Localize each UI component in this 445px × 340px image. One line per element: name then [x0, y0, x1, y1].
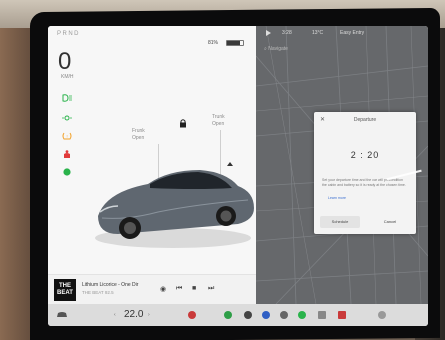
trunk-control[interactable]: Trunk Open: [212, 114, 225, 128]
stability-control-icon: [63, 168, 71, 176]
headlights-icon: [62, 94, 72, 102]
track-title: Lithium Licorice - One Dir: [82, 282, 139, 288]
tire-pressure-warning-icon: !: [62, 132, 72, 140]
bottom-control-bar: ‹ 22.0 ›: [48, 304, 428, 326]
search-placeholder: Navigate: [268, 46, 288, 52]
svg-text:!: !: [66, 134, 67, 139]
seat-heater-icon[interactable]: [188, 311, 196, 319]
gear-selector: PRND: [57, 31, 81, 37]
car-status-panel: PRND 0 KM/H 81% ! Frunk Open Trunk Open: [48, 26, 256, 304]
car-3d-model: [95, 170, 254, 248]
departure-dialog: Departure ✕ 2 : 20 Set your departure ti…: [314, 112, 416, 234]
media-player[interactable]: THE BEAT Lithium Licorice - One Dir THE B…: [48, 274, 256, 304]
navigation-map[interactable]: 3:28 13°C Easy Entry ⌕ Navigate Departur…: [256, 26, 428, 304]
navigate-search[interactable]: ⌕ Navigate: [264, 46, 288, 52]
previous-icon[interactable]: ⏮: [176, 285, 182, 293]
schedule-button[interactable]: Schedule: [320, 216, 360, 228]
learn-more-link[interactable]: Learn more: [328, 196, 346, 200]
parking-lights-icon: [62, 115, 72, 121]
search-icon: ⌕: [264, 46, 267, 52]
battery-icon: [226, 40, 244, 46]
touchscreen: PRND 0 KM/H 81% ! Frunk Open Trunk Open …: [48, 26, 428, 326]
temperature-down-icon[interactable]: ‹: [114, 312, 116, 318]
volume-icon[interactable]: [378, 311, 386, 319]
dialog-title: Departure: [353, 117, 377, 123]
stop-icon[interactable]: ■: [192, 285, 196, 292]
speed-unit: KM/H: [61, 74, 74, 80]
cabin-temperature[interactable]: 22.0: [124, 309, 143, 320]
phone-icon[interactable]: [224, 311, 232, 319]
frunk-label: Frunk: [132, 128, 145, 134]
speedometer: 0: [58, 48, 72, 75]
energy-icon[interactable]: [318, 311, 326, 319]
status-bar: 3:28 13°C Easy Entry: [256, 26, 428, 40]
temperature-up-icon[interactable]: ›: [148, 312, 150, 318]
dialog-description: Set your departure time and the car will…: [322, 178, 406, 187]
source-icon[interactable]: ◉: [160, 285, 166, 293]
seatbelt-warning-icon: [64, 150, 70, 158]
battery-percent: 81%: [208, 40, 219, 46]
calendar-icon[interactable]: [338, 311, 346, 319]
car-icon[interactable]: [56, 310, 68, 320]
trunk-open-button[interactable]: Open: [212, 121, 225, 128]
driver-profile[interactable]: Easy Entry: [340, 30, 364, 36]
album-art: THE BEAT: [54, 279, 76, 301]
close-icon[interactable]: ✕: [320, 116, 325, 123]
lock-icon[interactable]: [178, 118, 188, 128]
outside-temperature: 13°C: [312, 30, 324, 36]
departure-time-picker[interactable]: 2 : 20: [314, 150, 416, 160]
navigation-arrow-icon: [266, 30, 271, 36]
bluetooth-icon[interactable]: [262, 311, 270, 319]
camera-icon[interactable]: [244, 311, 252, 319]
trunk-label: Trunk: [212, 114, 225, 120]
apps-icon[interactable]: [280, 311, 288, 319]
next-icon[interactable]: ⏭: [208, 285, 214, 293]
clock: 3:28: [282, 30, 292, 36]
spotify-icon[interactable]: [298, 311, 306, 319]
station-name: THE BEAT 92.5: [82, 290, 114, 295]
cancel-button[interactable]: Cancel: [370, 216, 410, 228]
